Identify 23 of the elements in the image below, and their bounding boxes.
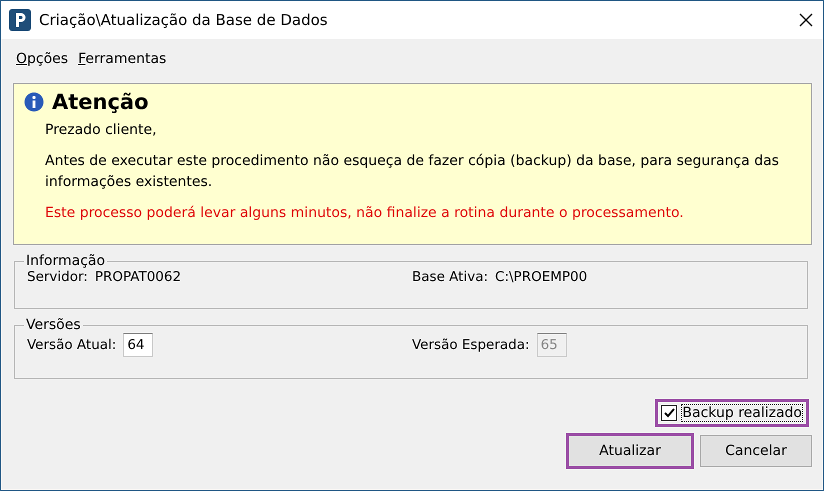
- greeting-text: Prezado cliente,: [45, 121, 158, 140]
- field-label: Versão Esperada:: [412, 337, 530, 353]
- backup-checkbox[interactable]: Backup realizado: [655, 399, 809, 427]
- warning-message: Este processo poderá levar alguns minutos, não finalize a rotina durante o processamento.: [45, 204, 685, 223]
- app-logo-icon: [9, 9, 31, 31]
- checkbox-box[interactable]: [661, 405, 678, 421]
- dialog-button[interactable]: Atualizar: [566, 433, 694, 469]
- database-path: C:\PROEMP00: [495, 269, 588, 285]
- notice-title: Atenção: [52, 90, 149, 114]
- group-title: Versões: [25, 317, 82, 333]
- field-label: Base Ativa:: [412, 269, 488, 285]
- group-title: Informação: [25, 253, 106, 269]
- menu-item[interactable]: Ferramentas: [78, 51, 166, 67]
- server-value: PROPAT0062: [94, 269, 182, 285]
- backup-message: Antes de executar este procedimento não esqueça de fazer cópia (backup) da base, para segurança das informações existentes.: [45, 152, 780, 192]
- window-title: Criação\Atualização da Base de Dados: [39, 11, 329, 29]
- close-icon[interactable]: [799, 13, 813, 27]
- info-icon: [24, 92, 44, 112]
- version-field[interactable]: 64: [123, 333, 154, 357]
- field-label: Versão Atual:: [27, 337, 116, 353]
- menu-item[interactable]: Opções: [16, 51, 68, 67]
- field-label: Servidor:: [27, 269, 88, 285]
- dialog-button[interactable]: Cancelar: [700, 435, 812, 467]
